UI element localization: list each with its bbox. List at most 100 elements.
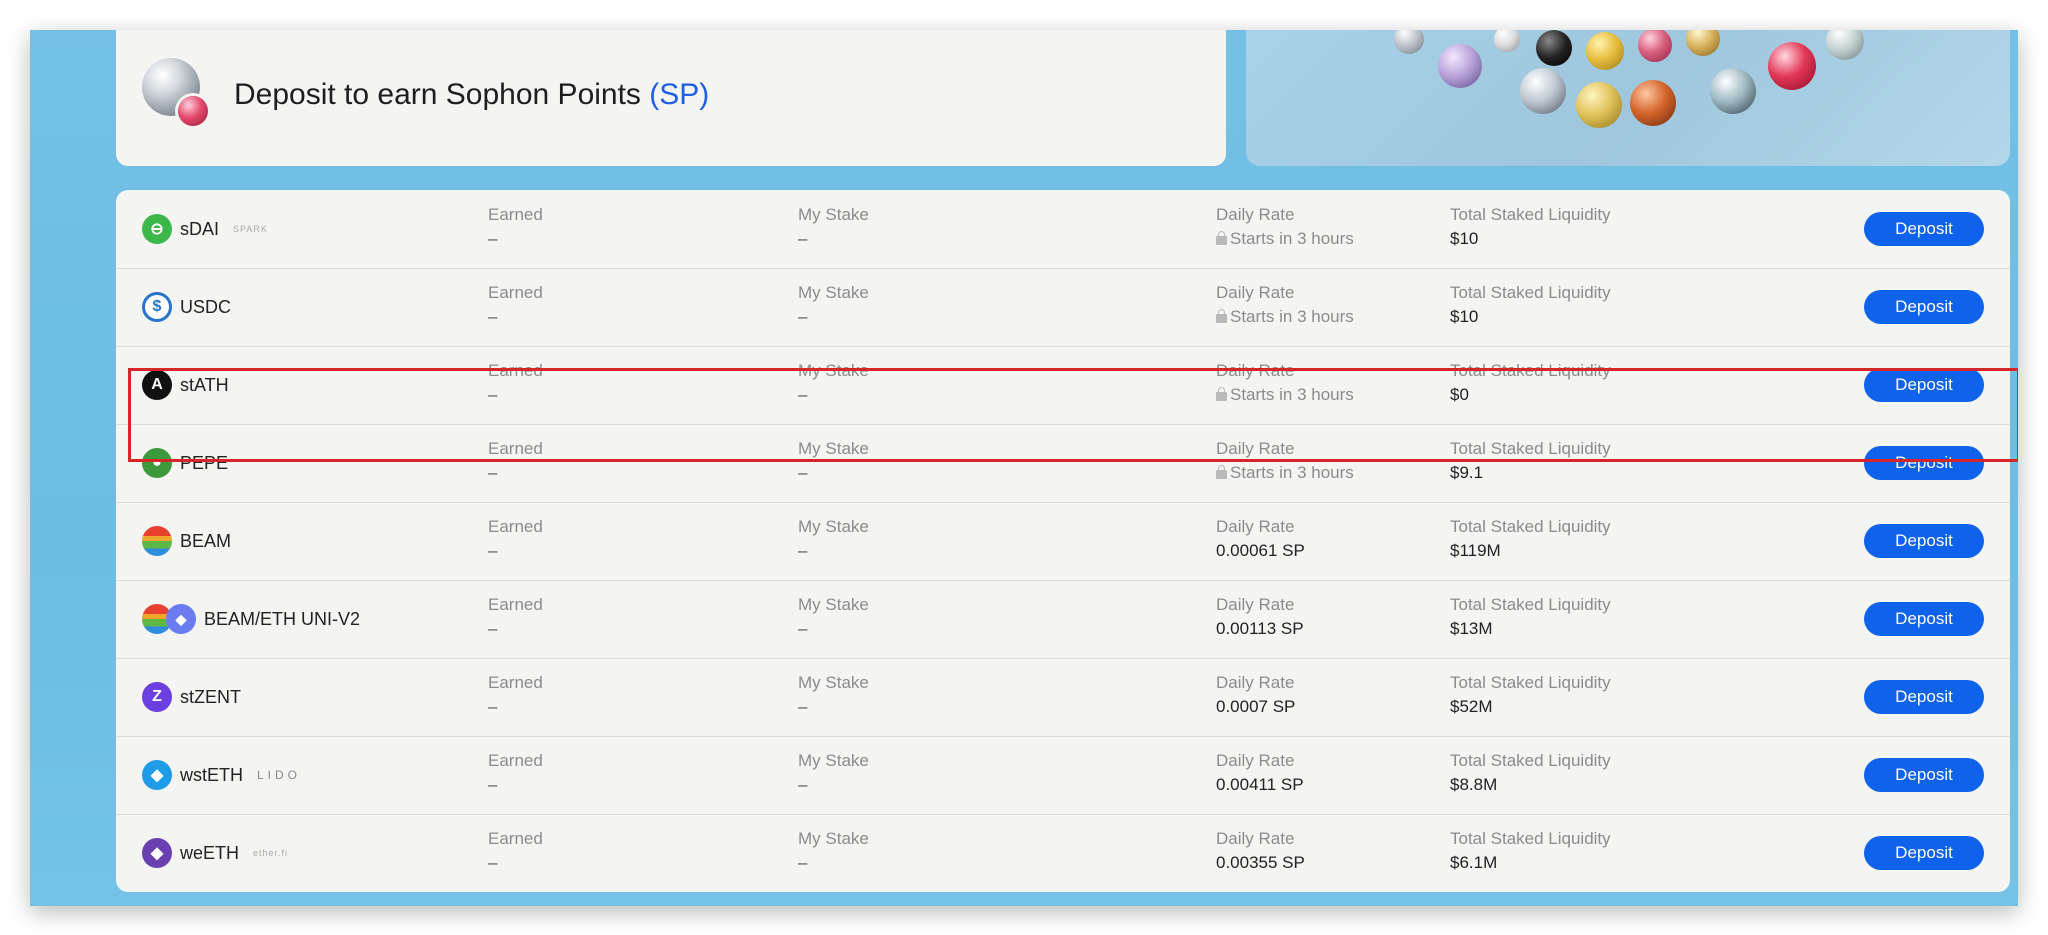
pool-row-beam-eth-uni-v2: ◆ BEAM/ETH UNI-V2 Earned – My Stake – Daily Ra… [116, 580, 2010, 659]
my-stake-label: My Stake [798, 829, 869, 848]
pepe-icon: ● [142, 448, 172, 478]
usdc-icon: $ [142, 292, 172, 322]
daily-rate-value: Starts in 3 hours [1216, 226, 1354, 252]
earned-value: – [488, 619, 498, 638]
sophon-logo-icon [142, 58, 208, 126]
title-accent: (SP) [649, 78, 710, 111]
earned-value: – [488, 229, 498, 248]
earned-cell: Earned – [488, 516, 543, 564]
my-stake-value: – [798, 697, 808, 716]
total-staked-value: $10 [1450, 307, 1479, 326]
my-stake-cell: My Stake – [798, 360, 869, 408]
deposit-button[interactable]: Deposit [1864, 368, 1984, 402]
earned-cell: Earned – [488, 594, 543, 642]
total-staked-cell: Total Staked Liquidity $119M [1450, 516, 1611, 564]
daily-rate-label: Daily Rate [1216, 673, 1295, 692]
pool-row-weeth: ◆ weETH ether.fi Earned – My Stake – Daily Rate… [116, 814, 2010, 892]
total-staked-value: $13M [1450, 619, 1493, 638]
my-stake-label: My Stake [798, 205, 869, 224]
daily-rate-cell: Daily Rate 0.00355 SP [1216, 828, 1305, 876]
earned-label: Earned [488, 439, 543, 458]
total-staked-cell: Total Staked Liquidity $0 [1450, 360, 1611, 408]
token-cell: ◆ weETH ether.fi [142, 838, 288, 868]
total-staked-cell: Total Staked Liquidity $10 [1450, 282, 1611, 330]
total-staked-label: Total Staked Liquidity [1450, 751, 1611, 770]
earned-label: Earned [488, 205, 543, 224]
pool-row-usdc: $ USDC Earned – My Stake – Daily Rate Starts in… [116, 268, 2010, 347]
total-staked-label: Total Staked Liquidity [1450, 517, 1611, 536]
decorative-sphere [1638, 30, 1672, 62]
daily-rate-value: 0.0007 SP [1216, 697, 1296, 716]
daily-rate-cell: Daily Rate Starts in 3 hours [1216, 282, 1354, 330]
daily-rate-label: Daily Rate [1216, 595, 1295, 614]
token-name: BEAM/ETH UNI-V2 [204, 608, 361, 629]
daily-rate-text: Starts in 3 hours [1230, 229, 1354, 248]
total-staked-cell: Total Staked Liquidity $9.1 [1450, 438, 1611, 486]
total-staked-cell: Total Staked Liquidity $6.1M [1450, 828, 1611, 876]
total-staked-label: Total Staked Liquidity [1450, 283, 1611, 302]
beam-icon [142, 526, 172, 556]
my-stake-label: My Stake [798, 517, 869, 536]
deposit-button[interactable]: Deposit [1864, 680, 1984, 714]
earned-cell: Earned – [488, 204, 543, 252]
token-cell: BEAM [142, 526, 231, 556]
my-stake-cell: My Stake – [798, 750, 869, 798]
decorative-sphere [1586, 32, 1624, 70]
earned-label: Earned [488, 517, 543, 536]
my-stake-value: – [798, 853, 808, 872]
earned-cell: Earned – [488, 360, 543, 408]
total-staked-value: $8.8M [1450, 775, 1498, 794]
pool-row-wsteth: ◆ wstETH LIDO Earned – My Stake – Daily Rate 0.0… [116, 736, 2010, 815]
daily-rate-text: Starts in 3 hours [1230, 307, 1354, 326]
total-staked-cell: Total Staked Liquidity $13M [1450, 594, 1611, 642]
daily-rate-label: Daily Rate [1216, 361, 1295, 380]
earned-value: – [488, 697, 498, 716]
decorative-sphere [1494, 30, 1520, 52]
daily-rate-label: Daily Rate [1216, 283, 1295, 302]
earned-value: – [488, 853, 498, 872]
daily-rate-value: 0.00061 SP [1216, 541, 1305, 560]
earned-cell: Earned – [488, 282, 543, 330]
total-staked-label: Total Staked Liquidity [1450, 673, 1611, 692]
daily-rate-cell: Daily Rate Starts in 3 hours [1216, 438, 1354, 486]
my-stake-value: – [798, 541, 808, 560]
daily-rate-text: Starts in 3 hours [1230, 385, 1354, 404]
decorative-sphere [1710, 68, 1756, 114]
token-name: sDAI [180, 218, 220, 239]
total-staked-cell: Total Staked Liquidity $8.8M [1450, 750, 1611, 798]
daily-rate-text: Starts in 3 hours [1230, 463, 1354, 482]
stzent-icon: Z [142, 682, 172, 712]
earned-cell: Earned – [488, 750, 543, 798]
daily-rate-value: Starts in 3 hours [1216, 460, 1354, 486]
token-name: BEAM [180, 530, 232, 551]
my-stake-cell: My Stake – [798, 594, 869, 642]
earned-value: – [488, 385, 498, 404]
deposit-button[interactable]: Deposit [1864, 524, 1984, 558]
decorative-sphere [1826, 30, 1864, 60]
daily-rate-value: Starts in 3 hours [1216, 304, 1354, 330]
deposit-button[interactable]: Deposit [1864, 446, 1984, 480]
decorative-sphere [1394, 30, 1424, 54]
token-cell: $ USDC [142, 292, 231, 322]
my-stake-value: – [798, 775, 808, 794]
token-name: weETH [180, 842, 240, 863]
total-staked-label: Total Staked Liquidity [1450, 829, 1611, 848]
protocol-tag: SPARK [233, 224, 268, 234]
deposit-button[interactable]: Deposit [1864, 290, 1984, 324]
deposit-button[interactable]: Deposit [1864, 602, 1984, 636]
decorative-sphere [1576, 82, 1622, 128]
my-stake-cell: My Stake – [798, 828, 869, 876]
weeth-icon: ◆ [142, 838, 172, 868]
deposit-button[interactable]: Deposit [1864, 212, 1984, 246]
deposit-button[interactable]: Deposit [1864, 836, 1984, 870]
total-staked-value: $52M [1450, 697, 1493, 716]
daily-rate-value: 0.00113 SP [1216, 619, 1304, 638]
daily-rate-label: Daily Rate [1216, 517, 1295, 536]
daily-rate-label: Daily Rate [1216, 751, 1295, 770]
my-stake-value: – [798, 307, 808, 326]
token-cell: ◆ BEAM/ETH UNI-V2 [142, 604, 360, 634]
my-stake-value: – [798, 463, 808, 482]
lock-icon [1216, 387, 1227, 401]
my-stake-cell: My Stake – [798, 438, 869, 486]
deposit-button[interactable]: Deposit [1864, 758, 1984, 792]
